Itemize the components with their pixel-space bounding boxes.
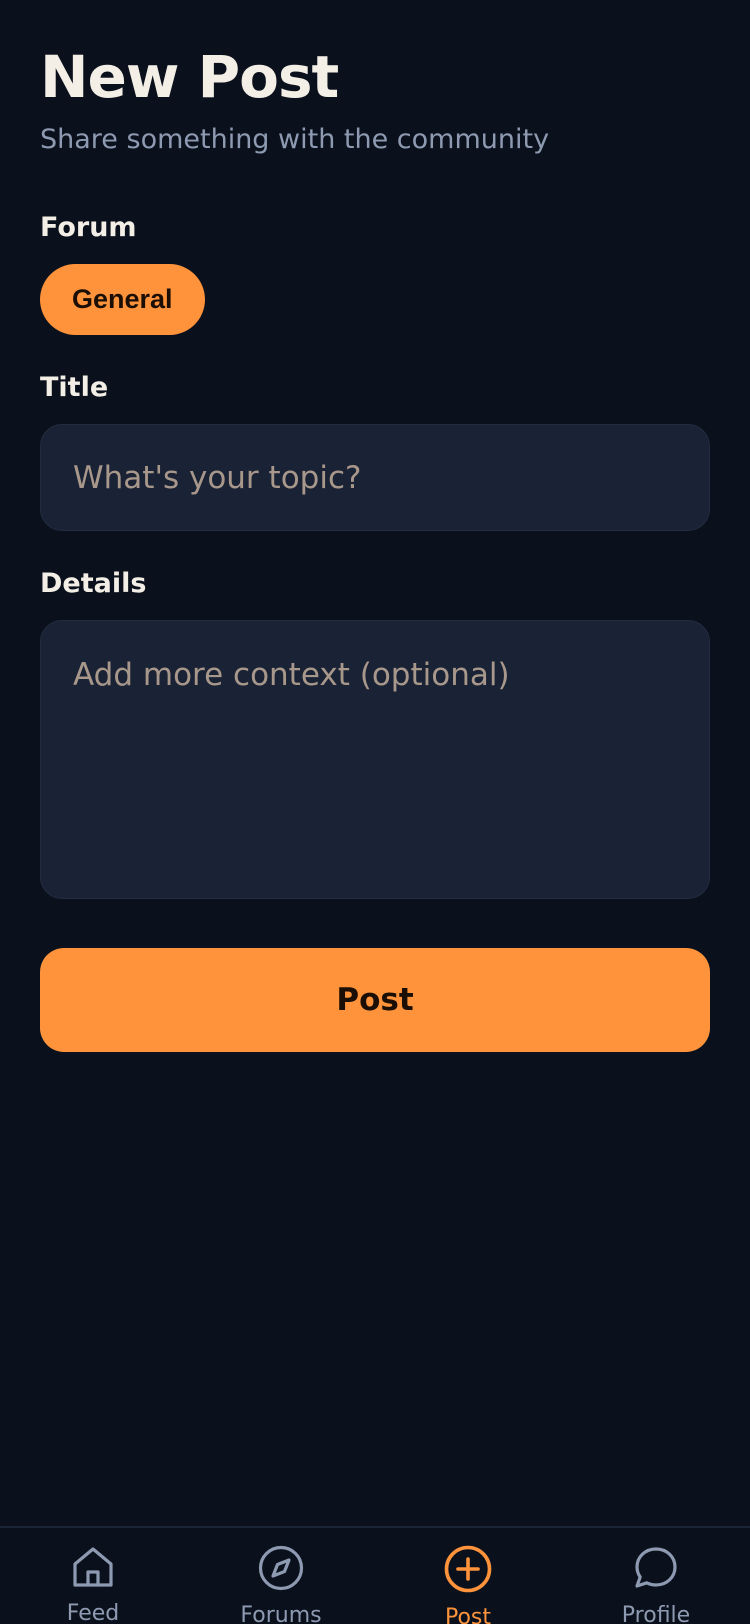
details-textarea[interactable] [40,620,710,899]
chat-bubble-icon [631,1544,681,1592]
forum-label: Forum [40,212,137,243]
nav-item-post[interactable]: Post [388,1528,548,1624]
post-submit-button[interactable]: Post [40,948,710,1052]
bottom-nav: Feed Forums Post Profile [0,1526,750,1624]
forum-chip-general[interactable]: General [40,264,205,335]
title-label: Title [40,372,109,403]
nav-item-profile[interactable]: Profile [576,1528,736,1624]
nav-label-post: Post [444,1605,492,1624]
home-icon [68,1544,118,1590]
page-title: New Post [40,43,339,111]
page-subtitle: Share something with the community [40,124,550,155]
plus-circle-icon [443,1544,493,1594]
nav-item-forums[interactable]: Forums [201,1528,361,1624]
nav-label-forums: Forums [240,1603,322,1624]
details-label: Details [40,568,147,599]
compass-icon [256,1544,306,1592]
nav-label-profile: Profile [621,1603,691,1624]
nav-item-feed[interactable]: Feed [13,1528,173,1624]
new-post-screen: New Post Share something with the commun… [0,0,750,1624]
title-input[interactable] [40,424,710,531]
nav-label-feed: Feed [66,1601,120,1624]
